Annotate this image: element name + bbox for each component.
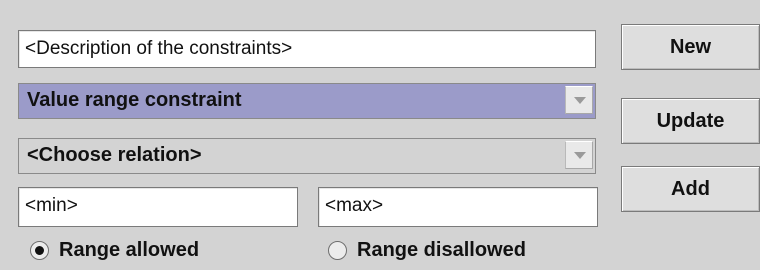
description-field[interactable]: <Description of the constraints> [18, 30, 596, 68]
constraint-type-combo[interactable]: Value range constraint [18, 83, 596, 119]
dropdown-arrow-icon[interactable] [565, 86, 593, 114]
new-button[interactable]: New [621, 24, 760, 70]
range-disallowed-label: Range disallowed [357, 238, 526, 261]
update-button[interactable]: Update [621, 98, 760, 144]
constraint-type-label: Value range constraint [27, 89, 242, 111]
radio-unchecked-icon [328, 240, 347, 260]
min-field[interactable]: <min> [18, 187, 298, 227]
range-disallowed-radio[interactable]: Range disallowed [328, 236, 526, 264]
relation-combo[interactable]: <Choose relation> [18, 138, 596, 174]
radio-checked-icon [30, 240, 49, 260]
max-field[interactable]: <max> [318, 187, 598, 227]
dropdown-arrow-icon[interactable] [565, 141, 593, 169]
range-allowed-radio[interactable]: Range allowed [30, 236, 199, 264]
range-allowed-label: Range allowed [59, 238, 200, 261]
relation-label: <Choose relation> [27, 144, 202, 166]
add-button[interactable]: Add [621, 166, 760, 212]
